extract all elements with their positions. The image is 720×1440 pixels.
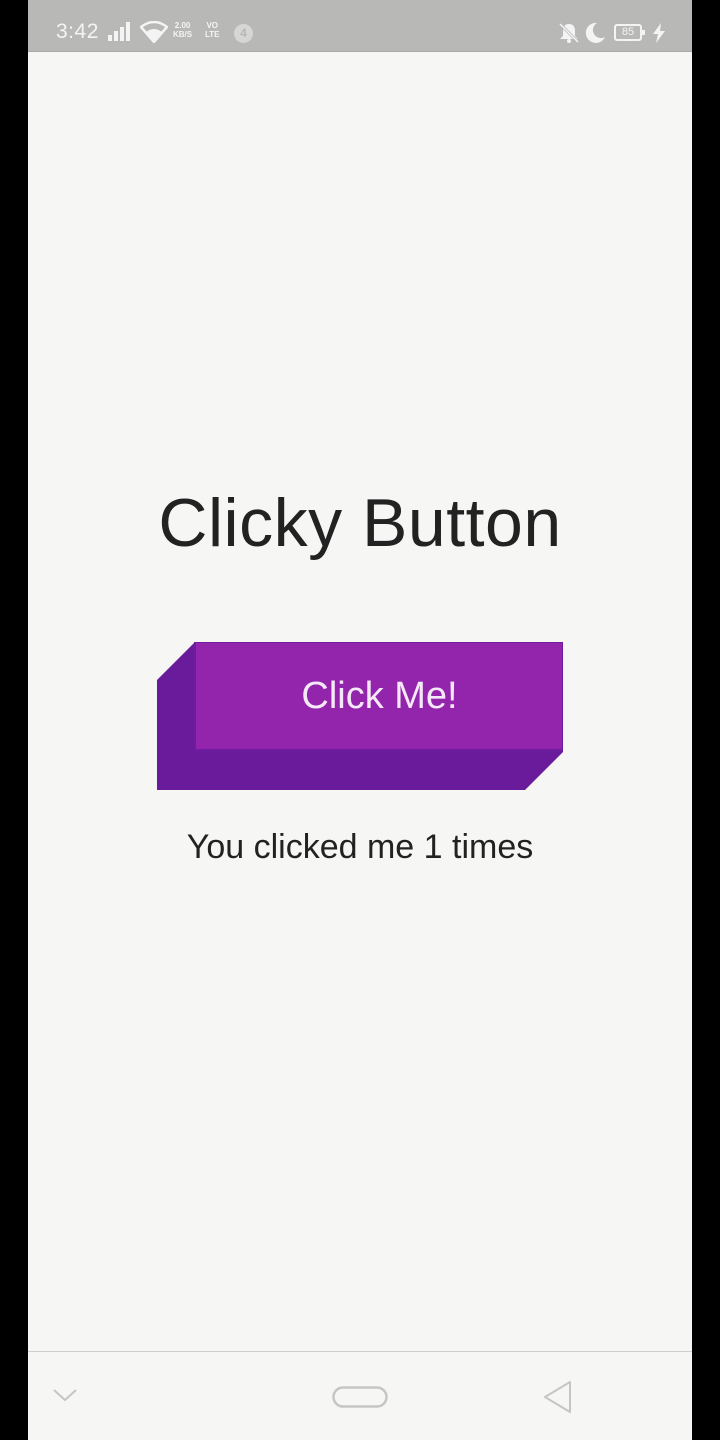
volte-indicator: VO LTE [205, 21, 220, 39]
app-screen: 3:42 2.00 KB/S VO LTE 4 85 Clicky Button… [28, 0, 692, 1440]
signal-icon [108, 22, 130, 41]
volte-top: VO [206, 21, 219, 30]
status-time: 3:42 [56, 20, 99, 43]
mute-icon [558, 22, 580, 44]
speed-value: 2.00 [174, 21, 191, 30]
wifi-icon [140, 21, 168, 43]
moon-icon [585, 22, 605, 43]
battery-icon: 85 [614, 24, 645, 41]
status-bar: 3:42 2.00 KB/S VO LTE 4 85 [28, 0, 692, 52]
click-count-message: You clicked me 1 times [186, 828, 534, 866]
home-pill-icon[interactable] [332, 1386, 388, 1408]
click-me-button[interactable]: Click Me! [157, 642, 563, 790]
bolt-icon [653, 23, 665, 43]
speed-unit: KB/S [173, 30, 193, 39]
network-speed: 2.00 KB/S [173, 21, 192, 39]
navigation-bar [28, 1351, 692, 1440]
page-title: Clicky Button [158, 485, 562, 561]
volte-bottom: LTE [205, 30, 220, 39]
button-label: Click Me! [301, 675, 458, 717]
notification-badge: 4 [234, 24, 253, 43]
back-triangle-icon[interactable] [542, 1380, 574, 1414]
chevron-down-icon[interactable] [52, 1387, 78, 1403]
